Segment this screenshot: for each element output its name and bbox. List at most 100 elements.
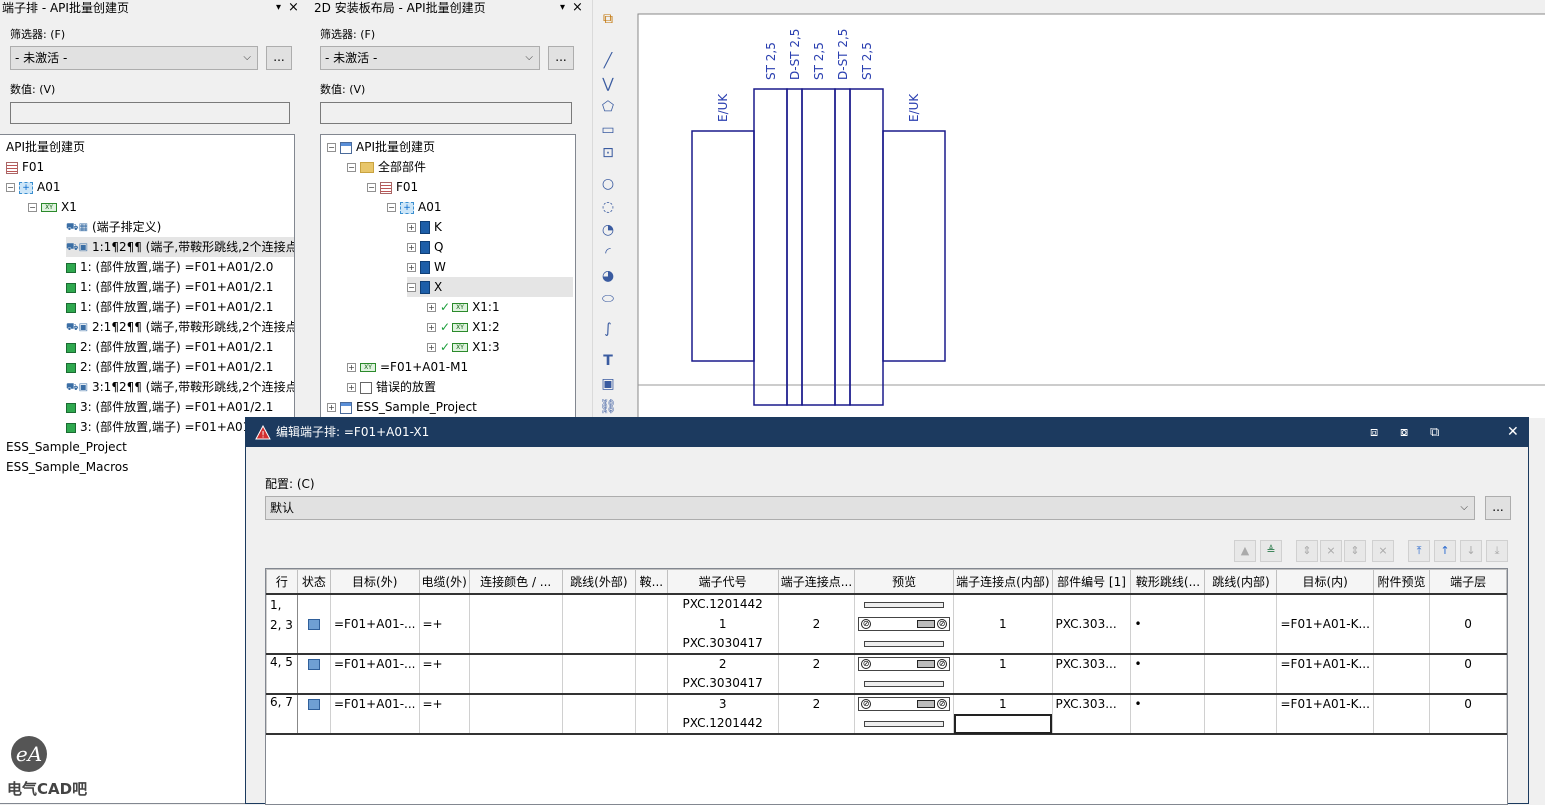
value-input[interactable] bbox=[320, 102, 572, 124]
circle-3pt-icon[interactable]: ◌ bbox=[599, 198, 617, 216]
part-number[interactable]: PXC.303... bbox=[1051, 613, 1132, 634]
tree-node[interactable]: − + A01 bbox=[387, 197, 441, 217]
expand-icon[interactable]: + bbox=[347, 363, 356, 372]
tree-node[interactable]: − F01 bbox=[367, 177, 418, 197]
value-input[interactable] bbox=[10, 102, 290, 124]
line-icon[interactable]: ╱ bbox=[599, 52, 617, 70]
split-2-icon[interactable]: ⨯ bbox=[1320, 540, 1342, 562]
move-up-disabled-icon[interactable]: ▲ bbox=[1234, 540, 1256, 562]
config-browse-button[interactable]: ... bbox=[1485, 496, 1511, 520]
close-icon[interactable]: × bbox=[288, 0, 299, 16]
tree-node[interactable]: 1: (部件放置,端子) =F01+A01/2.1 bbox=[66, 277, 273, 297]
saddle-jumper[interactable]: • bbox=[1130, 613, 1206, 634]
tree-node[interactable]: + ✓ XY X1:3 bbox=[427, 337, 500, 357]
ellipse-icon[interactable]: ⬭ bbox=[599, 290, 617, 308]
column-header[interactable]: 行 bbox=[266, 569, 298, 594]
saddle-jumper[interactable]: • bbox=[1130, 692, 1206, 714]
column-header[interactable]: 状态 bbox=[296, 569, 331, 594]
expand-icon[interactable]: + bbox=[327, 403, 336, 412]
target-out[interactable]: =F01+A01-... bbox=[329, 652, 420, 674]
expand-icon[interactable]: + bbox=[427, 323, 436, 332]
tree-node[interactable]: + XY =F01+A01-M1 bbox=[347, 357, 468, 377]
expand-icon[interactable]: + bbox=[427, 303, 436, 312]
terminal-code[interactable]: 2 bbox=[666, 652, 779, 674]
column-header[interactable]: 附件预览 bbox=[1372, 569, 1431, 594]
terminal-layer[interactable]: 0 bbox=[1429, 692, 1507, 714]
column-header[interactable]: 电缆(外) bbox=[418, 569, 470, 594]
column-header[interactable]: 鞍... bbox=[635, 569, 668, 594]
terminal-layer[interactable]: 0 bbox=[1429, 613, 1507, 634]
tree-node[interactable]: + K bbox=[407, 217, 442, 237]
conn-out[interactable]: 2 bbox=[777, 692, 856, 714]
tree-node[interactable]: 3: (部件放置,端子) =F01+A01/2.1 bbox=[66, 397, 273, 417]
collapse-icon[interactable]: − bbox=[387, 203, 396, 212]
move-bottom-icon[interactable]: ⤓ bbox=[1486, 540, 1508, 562]
column-header[interactable]: 部件编号 [1] bbox=[1051, 569, 1132, 594]
cable-out[interactable]: =+ bbox=[418, 692, 470, 714]
target-in[interactable]: =F01+A01-K... bbox=[1276, 692, 1374, 714]
conn-in[interactable]: 1 bbox=[953, 692, 1053, 714]
move-top-icon[interactable]: ⤒ bbox=[1408, 540, 1430, 562]
conn-in[interactable]: 1 bbox=[953, 652, 1053, 674]
column-header[interactable]: 跳线(内部) bbox=[1204, 569, 1278, 594]
tree-node[interactable]: ESS_Sample_Macros bbox=[6, 457, 128, 477]
expand-icon[interactable]: + bbox=[407, 243, 416, 252]
terminal-code[interactable]: 3 bbox=[666, 692, 779, 714]
column-header[interactable]: 目标(内) bbox=[1276, 569, 1374, 594]
image-frame-icon[interactable]: ⊡ bbox=[599, 144, 617, 162]
sector-icon[interactable]: ◕ bbox=[599, 267, 617, 285]
tree-node[interactable]: − XY X1 bbox=[28, 197, 77, 217]
tree-node[interactable]: F01 bbox=[6, 157, 44, 177]
expand-icon[interactable]: + bbox=[347, 383, 356, 392]
tree-node[interactable]: − API批量创建页 bbox=[327, 137, 435, 157]
pin-icon[interactable]: ▾ bbox=[560, 0, 565, 16]
target-out[interactable]: =F01+A01-... bbox=[329, 613, 420, 634]
tree-node[interactable]: ⛟▦ (端子排定义) bbox=[66, 217, 161, 237]
tree-node[interactable]: 2: (部件放置,端子) =F01+A01/2.1 bbox=[66, 357, 273, 377]
collapse-icon[interactable]: − bbox=[6, 183, 15, 192]
tree-node[interactable]: + ESS_Sample_Project bbox=[327, 397, 477, 417]
tree-node[interactable]: 3: (部件放置,端子) =F01+A01 bbox=[66, 417, 250, 437]
tree-node[interactable]: + ✓ XY X1:1 bbox=[427, 297, 500, 317]
arc-icon[interactable]: ◔ bbox=[599, 221, 617, 239]
expand-icon[interactable]: + bbox=[407, 223, 416, 232]
target-out[interactable]: =F01+A01-... bbox=[329, 692, 420, 714]
split-4-icon[interactable]: ⨯ bbox=[1372, 540, 1394, 562]
tree-node[interactable]: + 错误的放置 bbox=[347, 377, 436, 397]
spline-icon[interactable]: ∫ bbox=[599, 320, 617, 338]
pin-icon[interactable]: ▾ bbox=[276, 0, 281, 16]
collapse-icon[interactable]: − bbox=[407, 283, 416, 292]
float-icon[interactable]: ⧉ bbox=[1430, 418, 1439, 447]
tree-node[interactable]: + ✓ XY X1:2 bbox=[427, 317, 500, 337]
tree-node[interactable]: ⛟▣ 2:1¶2¶¶ (端子,带鞍形跳线,2个连接点 bbox=[66, 317, 294, 337]
table-row[interactable]: 4, 5 =F01+A01-... =+ 2 2 ⊘ ⊘ 1 PXC.303...… bbox=[266, 652, 1507, 694]
tree-node[interactable]: + Q bbox=[407, 237, 443, 257]
column-header[interactable]: 端子连接点(内部) bbox=[953, 569, 1053, 594]
cable-out[interactable]: =+ bbox=[418, 613, 470, 634]
circle-icon[interactable]: ○ bbox=[599, 175, 617, 193]
tree-node[interactable]: 1: (部件放置,端子) =F01+A01/2.0 bbox=[66, 257, 273, 277]
split-3-icon[interactable]: ⇕ bbox=[1344, 540, 1366, 562]
tree-node[interactable]: ESS_Sample_Project bbox=[6, 437, 127, 457]
polygon-icon[interactable]: ⬠ bbox=[599, 98, 617, 116]
layout-canvas[interactable]: ST 2,5 D-ST 2,5 ST 2,5 D-ST 2,5 ST 2,5 E… bbox=[622, 0, 1545, 418]
link-icon[interactable]: ⛓ bbox=[599, 398, 617, 416]
column-header[interactable]: 鞍形跳线(... bbox=[1130, 569, 1206, 594]
tree-node[interactable]: − X bbox=[407, 277, 573, 297]
part-number[interactable]: PXC.303... bbox=[1051, 652, 1132, 674]
filter-select[interactable]: - 未激活 - ⌵ bbox=[10, 46, 258, 70]
table-row[interactable]: 1, 2, 3 PXC.1201442 bbox=[266, 592, 1507, 654]
image-icon[interactable]: ▣ bbox=[599, 375, 617, 393]
table-row[interactable]: 6, 7 =F01+A01-... =+ 3 2 ⊘ ⊘ 1 PXC.303...… bbox=[266, 692, 1507, 734]
split-1-icon[interactable]: ⇕ bbox=[1296, 540, 1318, 562]
selected-cell[interactable] bbox=[953, 713, 1053, 734]
close-icon[interactable]: ✕ bbox=[1507, 418, 1519, 447]
tree-node[interactable]: API批量创建页 bbox=[6, 137, 85, 157]
tree-node[interactable]: 1: (部件放置,端子) =F01+A01/2.1 bbox=[66, 297, 273, 317]
collapse-icon[interactable]: − bbox=[327, 143, 336, 152]
arc-open-icon[interactable]: ◜ bbox=[599, 244, 617, 262]
align-icon[interactable]: ≜ bbox=[1260, 540, 1282, 562]
tree-node[interactable]: − 全部部件 bbox=[347, 157, 426, 177]
move-down-icon[interactable]: ↓ bbox=[1460, 540, 1482, 562]
expand-icon[interactable]: + bbox=[407, 263, 416, 272]
